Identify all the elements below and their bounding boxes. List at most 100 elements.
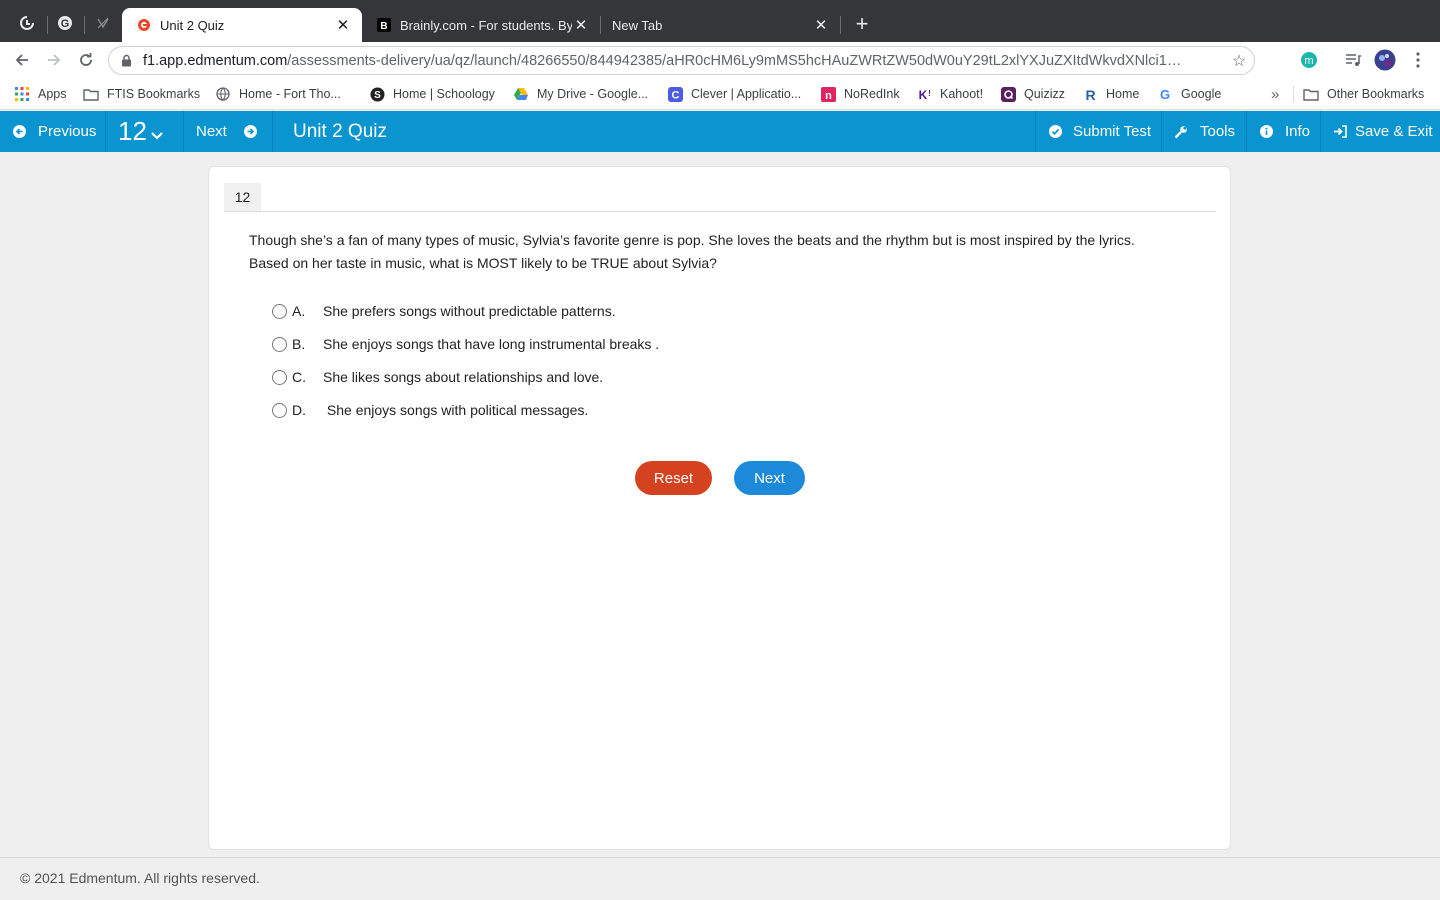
reload-icon bbox=[80, 53, 92, 66]
next-button[interactable]: Next bbox=[734, 461, 805, 495]
browser-menu-icon[interactable] bbox=[1407, 49, 1429, 71]
folder-icon bbox=[1303, 86, 1319, 102]
bookmark-ftis[interactable]: FTIS Bookmarks bbox=[83, 84, 200, 104]
sign-in-icon bbox=[1333, 125, 1347, 139]
pinned-tab-1[interactable] bbox=[12, 8, 42, 38]
bookmarks-divider bbox=[1293, 86, 1294, 102]
previous-button[interactable]: Previous bbox=[12, 111, 96, 152]
tab-new-tab[interactable]: New Tab ✕ bbox=[598, 8, 840, 42]
folder-icon bbox=[83, 86, 99, 102]
bookmark-label: Clever | Applicatio... bbox=[691, 87, 802, 101]
pinned-tab-2[interactable]: G bbox=[50, 8, 80, 38]
answer-option-d[interactable]: D. She enjoys songs with political messa… bbox=[272, 399, 588, 421]
option-text: She prefers songs without predictable pa… bbox=[323, 303, 616, 319]
bookmark-label: Home | Schoology bbox=[393, 87, 495, 101]
answer-option-a[interactable]: A. She prefers songs without predictable… bbox=[272, 300, 616, 322]
option-letter: D. bbox=[292, 402, 306, 418]
question-text-line: Based on her taste in music, what is MOS… bbox=[249, 255, 717, 271]
clever-icon: C bbox=[667, 86, 683, 102]
svg-text:K: K bbox=[918, 88, 927, 102]
media-controls-icon[interactable] bbox=[1342, 49, 1364, 71]
extension-m-icon[interactable]: m bbox=[1298, 49, 1320, 71]
bookmark-label: Quizizz bbox=[1024, 87, 1065, 101]
tab-unit-2-quiz[interactable]: Unit 2 Quiz ✕ bbox=[122, 8, 362, 42]
option-letter: B. bbox=[292, 336, 306, 352]
bookmark-clever[interactable]: C Clever | Applicatio... bbox=[667, 84, 801, 104]
google-icon: G bbox=[58, 16, 72, 30]
reload-button[interactable] bbox=[72, 46, 100, 74]
tools-button[interactable]: Tools bbox=[1174, 111, 1235, 152]
wrench-icon bbox=[1174, 125, 1188, 139]
question-text-line: Though she’s a fan of many types of musi… bbox=[249, 232, 1135, 248]
reset-button[interactable]: Reset bbox=[635, 461, 712, 495]
radio-button[interactable] bbox=[272, 336, 287, 352]
svg-text:G: G bbox=[61, 18, 70, 30]
appbar-divider bbox=[183, 111, 184, 152]
submit-test-button[interactable]: Submit Test bbox=[1048, 111, 1151, 152]
answer-option-c[interactable]: C. She likes songs about relationships a… bbox=[272, 366, 603, 388]
pinned-app-icon bbox=[20, 16, 34, 30]
option-text: She likes songs about relationships and … bbox=[323, 369, 604, 385]
globe-icon bbox=[215, 86, 231, 102]
bookmark-label: Google bbox=[1181, 87, 1222, 101]
bookmark-kahoot[interactable]: K! Kahoot! bbox=[916, 84, 983, 104]
appbar-divider bbox=[105, 111, 106, 152]
close-icon[interactable]: ✕ bbox=[572, 16, 590, 34]
brainly-favicon: B bbox=[376, 17, 392, 33]
noredink-icon: n bbox=[820, 86, 836, 102]
close-icon[interactable]: ✕ bbox=[334, 16, 352, 34]
bookmark-fort-thomas[interactable]: Home - Fort Tho... bbox=[215, 84, 341, 104]
tab-title: Unit 2 Quiz bbox=[160, 17, 225, 33]
url-host: f1.app.edmentum.com bbox=[143, 52, 288, 69]
footer-divider bbox=[0, 857, 1440, 858]
bookmarks-overflow-button[interactable]: » bbox=[1271, 84, 1279, 104]
info-label: Info bbox=[1285, 123, 1311, 140]
address-bar[interactable]: f1.app.edmentum.com/assessments-delivery… bbox=[108, 46, 1255, 75]
option-letter: A. bbox=[292, 303, 306, 319]
bookmark-schoology[interactable]: S Home | Schoology bbox=[369, 84, 495, 104]
pinned-tab-3[interactable] bbox=[88, 8, 118, 38]
info-button[interactable]: Info bbox=[1259, 111, 1310, 152]
bookmark-apps[interactable]: Apps bbox=[14, 84, 67, 104]
forward-button[interactable] bbox=[40, 46, 68, 74]
url-text: f1.app.edmentum.com/assessments-delivery… bbox=[143, 53, 1224, 69]
url-path: /assessments-delivery/ua/qz/launch/48266… bbox=[287, 52, 1182, 69]
next-question-button[interactable]: Next bbox=[196, 111, 258, 152]
bookmark-google-drive[interactable]: My Drive - Google... bbox=[513, 84, 648, 104]
svg-text:C: C bbox=[671, 89, 679, 101]
quizizz-icon bbox=[1000, 86, 1016, 102]
radio-button[interactable] bbox=[272, 402, 287, 418]
bookmark-label: Apps bbox=[38, 87, 67, 101]
answer-option-b[interactable]: B. She enjoys songs that have long instr… bbox=[272, 333, 659, 355]
bookmark-google[interactable]: G Google bbox=[1157, 84, 1221, 104]
lock-icon bbox=[121, 54, 133, 68]
save-exit-button[interactable]: Save & Exit bbox=[1333, 111, 1433, 152]
copyright-text: © 2021 Edmentum. All rights reserved. bbox=[20, 870, 260, 886]
bookmark-label: FTIS Bookmarks bbox=[107, 87, 201, 101]
bookmark-label: Kahoot! bbox=[940, 87, 984, 101]
bookmark-star-icon[interactable]: ☆ bbox=[1224, 51, 1254, 71]
browser-toolbar: f1.app.edmentum.com/assessments-delivery… bbox=[0, 42, 1440, 78]
bookmark-other-bookmarks[interactable]: Other Bookmarks bbox=[1303, 84, 1424, 104]
option-text: She enjoys songs with political messages… bbox=[323, 402, 589, 418]
apps-grid-icon bbox=[14, 86, 30, 102]
bookmark-home[interactable]: R Home bbox=[1082, 84, 1139, 104]
tab-separator bbox=[84, 16, 85, 34]
close-icon[interactable]: ✕ bbox=[812, 16, 830, 34]
bookmark-noredink[interactable]: n NoRedInk bbox=[820, 84, 900, 104]
svg-text:R: R bbox=[1085, 87, 1095, 102]
google-drive-icon bbox=[513, 86, 529, 102]
question-number-dropdown[interactable]: 12 bbox=[118, 111, 163, 152]
tab-brainly[interactable]: B Brainly.com - For students. By ✕ bbox=[362, 8, 600, 42]
bookmark-quizizz[interactable]: Quizizz bbox=[1000, 84, 1065, 104]
question-card: 12 Though she’s a fan of many types of m… bbox=[208, 166, 1231, 850]
option-letter: C. bbox=[292, 369, 306, 385]
back-button[interactable] bbox=[8, 46, 36, 74]
new-tab-button[interactable]: + bbox=[850, 11, 874, 36]
radio-button[interactable] bbox=[272, 369, 287, 385]
profile-avatar[interactable] bbox=[1374, 49, 1396, 71]
svg-text:S: S bbox=[374, 90, 381, 101]
radio-button[interactable] bbox=[272, 303, 287, 319]
forward-arrow-icon bbox=[48, 54, 61, 66]
svg-text:G: G bbox=[1160, 87, 1170, 101]
